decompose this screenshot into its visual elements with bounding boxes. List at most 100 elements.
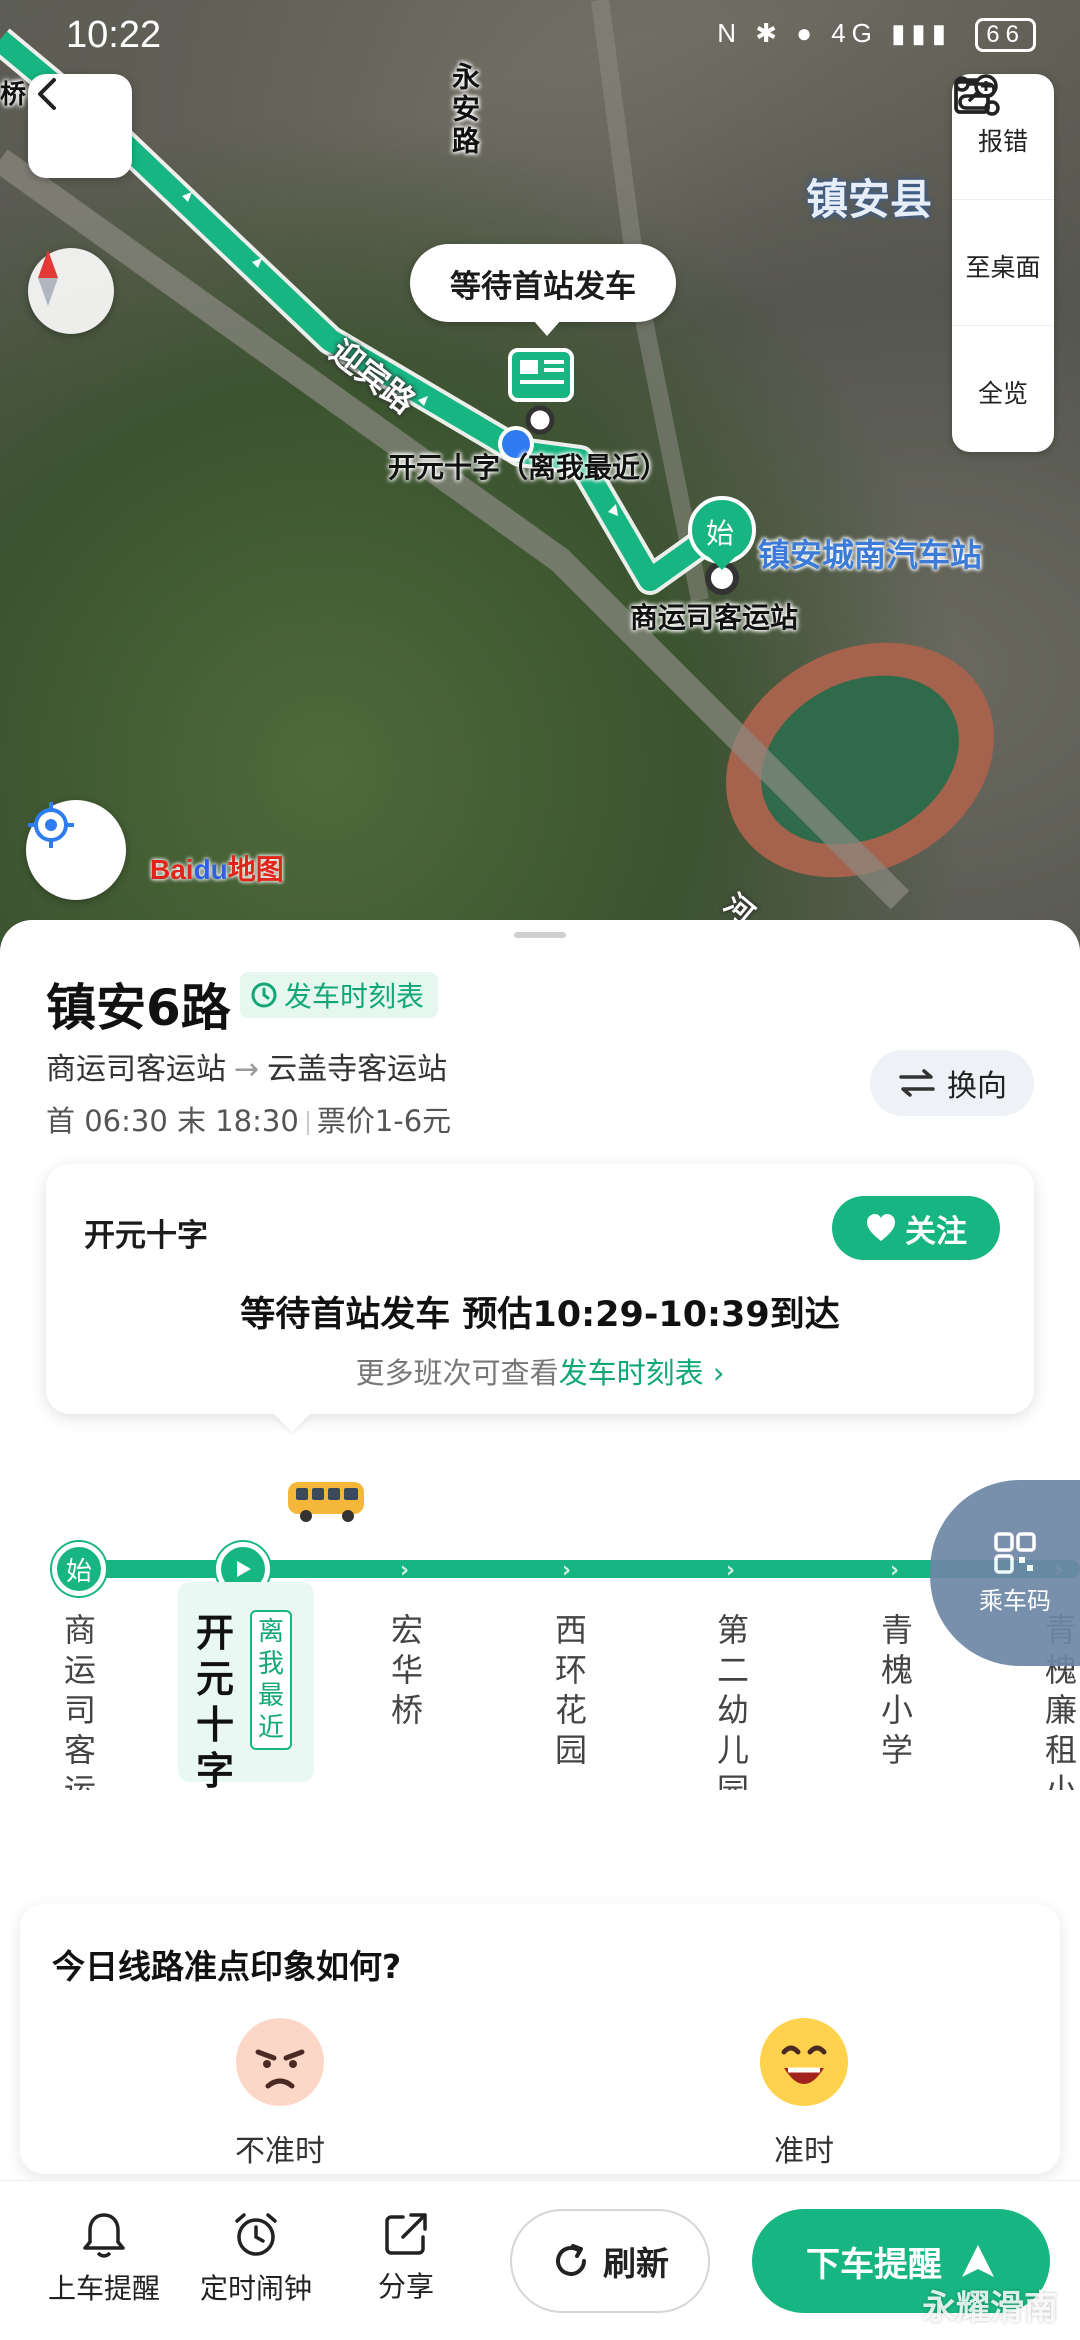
bluetooth-icon: ✱: [755, 18, 784, 48]
route-from: 商运司客运站: [46, 1052, 226, 1087]
board-alert-button[interactable]: 上车提醒: [34, 2211, 174, 2307]
station-item[interactable]: 第二幼儿园: [706, 1610, 760, 1790]
share-button[interactable]: 分享: [336, 2211, 476, 2305]
status-time: 10:22: [66, 14, 162, 56]
clock-icon: [251, 982, 277, 1008]
location-icon: ●: [796, 18, 818, 48]
switch-direction-button[interactable]: 换向: [870, 1050, 1034, 1116]
divider: [306, 1111, 309, 1135]
refresh-label: 刷新: [603, 2244, 669, 2283]
add-to-desktop-label: 至桌面: [965, 252, 1041, 282]
map-label-road-yongan: 永安路: [448, 62, 481, 158]
chevron-right-icon: ›: [712, 1356, 725, 1390]
chevron-icon: ›: [726, 1558, 736, 1583]
drag-handle[interactable]: [514, 932, 566, 938]
watermark: 永耀滑南: [922, 2288, 1058, 2328]
map-view[interactable]: 10:22 N ✱ ● 4G ▮▮▮ 66 永安路 迎宾路 镇安县 桥 河 等待…: [0, 0, 1080, 960]
station-item[interactable]: 青槐小学: [870, 1610, 924, 1770]
compass-icon: [38, 250, 58, 306]
punctuality-feedback-card: 今日线路准点印象如何? 不准时 准时: [20, 1904, 1060, 2174]
board-alert-label: 上车提醒: [47, 2272, 160, 2305]
switch-label: 换向: [947, 1069, 1007, 1104]
logo-bai: Bai: [150, 854, 194, 885]
map-label-county: 镇安县: [806, 175, 933, 224]
back-button[interactable]: [28, 74, 132, 178]
chevron-icon: ›: [890, 1558, 900, 1583]
overview-icon: [954, 76, 1000, 116]
play-arrow-icon: [237, 1561, 251, 1577]
qr-code-icon: [994, 1531, 1036, 1574]
share-label: 分享: [377, 2270, 434, 2303]
map-label-current-stop[interactable]: 开元十字（离我最近）: [388, 446, 668, 486]
more-prefix: 更多班次可查看: [355, 1356, 559, 1390]
bell-icon: [83, 2213, 125, 2258]
baidu-map-logo: Baidu地图: [150, 848, 284, 888]
bottom-action-bar: 上车提醒 定时闹钟 分享 刷新 下车提醒: [0, 2180, 1080, 2340]
overview-button[interactable]: 全览: [952, 76, 1054, 452]
angry-face-icon[interactable]: [234, 2016, 326, 2108]
nfc-icon: N: [717, 18, 742, 48]
status-icons: N ✱ ● 4G ▮▮▮ 66: [717, 18, 1036, 52]
route-title: 镇安6路: [46, 979, 231, 1037]
status-bar: 10:22 N ✱ ● 4G ▮▮▮ 66: [0, 0, 1080, 80]
bus-stop-sign-icon: [508, 348, 574, 402]
refresh-icon: [556, 2244, 586, 2276]
share-icon: [385, 2213, 427, 2255]
alarm-label: 定时闹钟: [199, 2272, 312, 2305]
locate-me-button[interactable]: [26, 800, 126, 900]
feedback-title: 今日线路准点印象如何?: [52, 1947, 402, 1986]
navigation-arrow-icon: [962, 2245, 994, 2277]
station-line[interactable]: › › › › › 始 商运司客运站 开元十字 离我最近 宏华桥 西环花园 第二…: [0, 1460, 1080, 1790]
last-bus: 末 18:30: [177, 1104, 299, 1138]
route-to: 云盖寺客运站: [267, 1052, 448, 1087]
signal-icon: ▮▮▮: [891, 18, 953, 48]
network-label: 4G: [831, 18, 878, 48]
map-status-bubble: 等待首站发车: [410, 244, 676, 336]
logo-map: 地图: [227, 854, 284, 885]
more-schedules: 更多班次可查看发车时刻表 ›: [46, 1350, 1034, 1392]
chevron-left-icon: [38, 78, 56, 110]
timetable-link[interactable]: 发车时刻表: [559, 1356, 704, 1390]
follow-label: 关注: [905, 1213, 967, 1250]
map-label-terminal[interactable]: 镇安城南汽车站: [758, 530, 982, 576]
follow-button[interactable]: 关注: [832, 1196, 1000, 1260]
fare: 票价1-6元: [316, 1104, 452, 1138]
not-on-time-label[interactable]: 不准时: [200, 2126, 360, 2170]
laughing-face-icon[interactable]: [758, 2016, 850, 2108]
logo-du: du: [193, 854, 228, 885]
route-direction: 商运司客运站 → 云盖寺客运站: [46, 1044, 447, 1088]
chevron-icon: ›: [400, 1558, 410, 1583]
heart-icon: [867, 1214, 895, 1241]
nearest-tag: 离我最近: [250, 1610, 292, 1750]
arrival-info-card: 开元十字 关注 等待首站发车 预估10:29-10:39到达 更多班次可查看发车…: [46, 1164, 1034, 1414]
timetable-label: 发车时刻表: [284, 980, 425, 1013]
selected-stop-name: 开元十字: [84, 1218, 208, 1254]
chevron-icon: ›: [562, 1558, 572, 1583]
map-tools-panel: 报错 至桌面 全览: [952, 74, 1054, 452]
on-time-label[interactable]: 准时: [724, 2126, 884, 2170]
arrow-right-icon: →: [234, 1052, 260, 1087]
battery-icon: 66: [975, 18, 1036, 52]
alarm-button[interactable]: 定时闹钟: [186, 2211, 326, 2307]
eta-text: 等待首站发车 预估10:29-10:39到达: [240, 1295, 840, 1335]
alarm-clock-icon: [235, 2213, 277, 2256]
ride-code-label: 乘车码: [979, 1586, 1051, 1615]
station-item[interactable]: 西环花园: [544, 1610, 598, 1770]
report-label: 报错: [977, 126, 1028, 156]
overview-label: 全览: [977, 379, 1028, 408]
first-bus: 首 06:30: [46, 1104, 168, 1138]
station-item[interactable]: 宏华桥: [380, 1610, 434, 1730]
swap-arrows-icon: [899, 1069, 935, 1097]
map-label-bridge: 桥: [0, 80, 27, 110]
timetable-button[interactable]: 发车时刻表: [240, 972, 439, 1018]
bus-icon: [288, 1482, 364, 1522]
map-label-start-stop[interactable]: 商运司客运站: [630, 596, 798, 636]
crosshair-icon: [28, 802, 74, 848]
compass-button[interactable]: [28, 248, 114, 334]
route-hours: 首 06:30 末 18:30 票价1-6元: [46, 1098, 451, 1140]
refresh-button[interactable]: 刷新: [510, 2209, 710, 2313]
station-item-current[interactable]: 开元十字: [190, 1610, 240, 1790]
start-pin-label: 始: [706, 517, 735, 550]
add-to-desktop-button[interactable]: 至桌面: [952, 74, 1054, 326]
station-item[interactable]: 商运司客运站: [53, 1610, 107, 1790]
